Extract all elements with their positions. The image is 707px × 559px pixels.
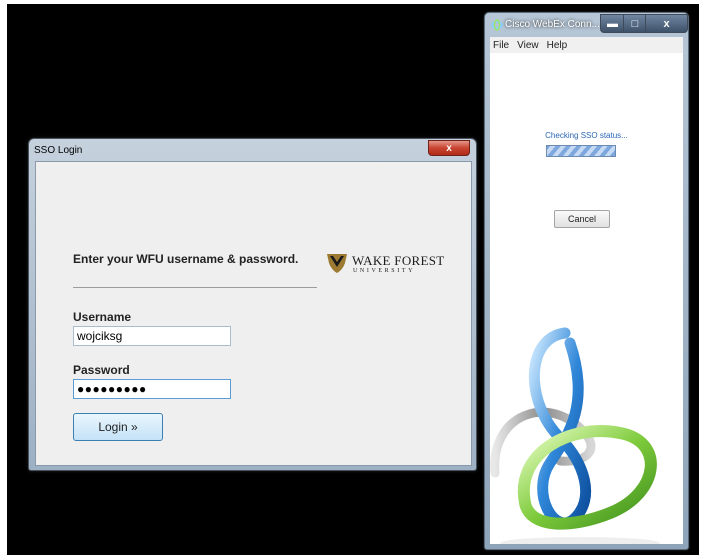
- minimize-icon: ▬: [607, 17, 618, 30]
- menu-view[interactable]: View: [517, 40, 539, 51]
- login-button[interactable]: Login »: [73, 413, 163, 441]
- wake-forest-logo: WAKE FOREST UNIVERSITY: [325, 251, 455, 277]
- webex-client-area: Checking SSO status... Cancel: [490, 53, 683, 544]
- sso-login-window: SSO Login x Enter your WFU username & pa…: [28, 138, 477, 471]
- webex-window: Cisco WebEx Conn... ▬ □ x File View Help…: [484, 12, 689, 550]
- username-input[interactable]: [73, 326, 231, 346]
- menu-help[interactable]: Help: [547, 40, 568, 51]
- password-input[interactable]: [73, 379, 231, 399]
- sso-client-area: Enter your WFU username & password. WAKE…: [35, 161, 472, 466]
- close-icon: x: [446, 142, 452, 154]
- username-label: Username: [73, 310, 132, 324]
- password-label: Password: [73, 363, 130, 377]
- sso-close-button[interactable]: x: [428, 140, 470, 156]
- webex-rings-graphic: [490, 327, 660, 544]
- minimize-button[interactable]: ▬: [600, 14, 625, 33]
- logo-text: WAKE FOREST: [352, 253, 445, 268]
- webex-window-title: Cisco WebEx Conn...: [505, 19, 600, 30]
- menu-file[interactable]: File: [493, 40, 509, 51]
- sso-status-text: Checking SSO status...: [545, 131, 628, 140]
- desktop-background: Cisco WebEx Conn... ▬ □ x File View Help…: [7, 4, 699, 555]
- webex-titlebar[interactable]: Cisco WebEx Conn... ▬ □ x: [485, 13, 688, 37]
- webex-menubar: File View Help: [490, 37, 683, 53]
- logo-subtext: UNIVERSITY: [353, 268, 415, 274]
- webex-app-icon: [491, 19, 503, 31]
- sso-progress-bar: [546, 145, 616, 157]
- close-icon: x: [663, 17, 670, 30]
- maximize-button[interactable]: □: [623, 14, 647, 33]
- cancel-button[interactable]: Cancel: [554, 210, 610, 228]
- wake-forest-shield-icon: [327, 254, 347, 273]
- sso-window-title: SSO Login: [34, 145, 83, 156]
- maximize-icon: □: [631, 17, 639, 30]
- sso-heading: Enter your WFU username & password.: [73, 252, 299, 266]
- divider: [73, 287, 317, 288]
- close-button[interactable]: x: [645, 14, 688, 33]
